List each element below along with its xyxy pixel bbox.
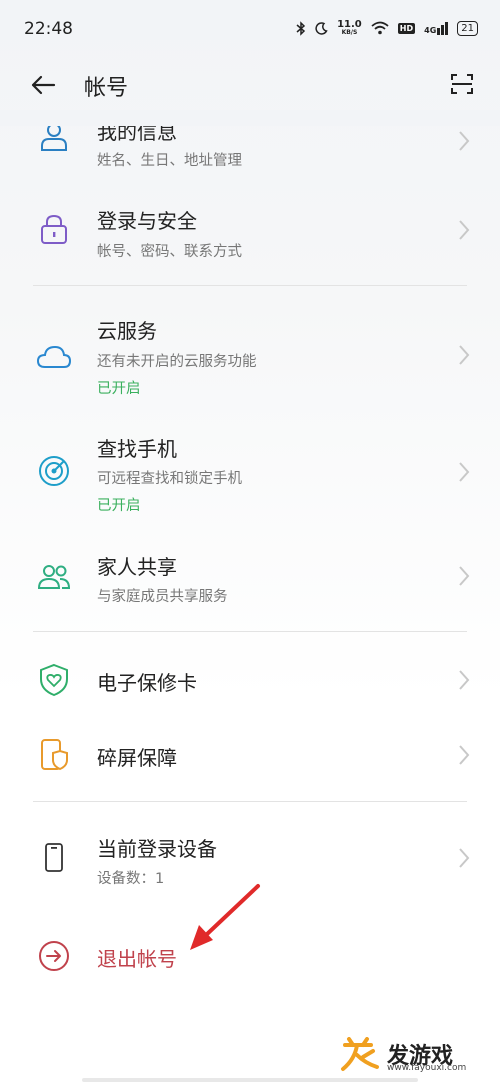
page-title: 帐号: [84, 76, 129, 101]
scroll-mask: [0, 110, 500, 126]
item-title: 当前登录设备: [97, 837, 217, 861]
bluetooth-icon: [296, 20, 306, 36]
item-title: 查找手机: [97, 437, 177, 461]
item-title: 电子保修卡: [97, 671, 197, 695]
chevron-right-icon: [459, 131, 470, 151]
watermark: 发游戏 www.fayouxi.com: [337, 1035, 482, 1075]
target-icon: [39, 456, 69, 486]
chevron-right-icon: [459, 220, 470, 240]
cloud-icon: [36, 345, 72, 368]
phone-icon: [45, 843, 63, 872]
status-bar: 22:48 11.0 KB/S HD 4G 21: [0, 0, 500, 60]
status-enabled: 已开启: [97, 498, 141, 514]
network-type: 4G: [424, 25, 437, 35]
item-subtitle: 帐号、密码、联系方式: [97, 244, 242, 260]
family-icon: [37, 565, 71, 589]
item-title: 碎屏保障: [97, 746, 177, 770]
net-speed-value: 11.0: [337, 19, 362, 30]
status-time: 22:48: [24, 19, 73, 39]
item-title: 登录与安全: [97, 209, 197, 233]
home-indicator: [82, 1078, 418, 1082]
item-subtitle: 姓名、生日、地址管理: [97, 153, 242, 169]
shield-heart-icon: [40, 663, 68, 697]
divider: [33, 631, 467, 632]
signal-icon: 4G: [424, 21, 449, 35]
menu-item-find-phone[interactable]: 查找手机 可远程查找和锁定手机 已开启: [0, 422, 500, 522]
item-title: 家人共享: [97, 555, 177, 579]
menu-item-warranty-card[interactable]: 电子保修卡: [0, 650, 500, 710]
status-icons: 11.0 KB/S HD 4G 21: [296, 20, 478, 36]
chevron-right-icon: [459, 745, 470, 765]
battery-icon: 21: [457, 20, 478, 36]
divider: [33, 285, 467, 286]
item-subtitle: 设备数：1: [97, 871, 165, 887]
logout-label: 退出帐号: [97, 947, 177, 971]
logout-icon: [39, 941, 69, 971]
item-subtitle: 与家庭成员共享服务: [97, 589, 228, 605]
back-arrow-icon[interactable]: [28, 70, 58, 100]
phone-protect-icon: [41, 739, 68, 771]
logout-button[interactable]: 退出帐号: [0, 925, 500, 985]
menu-item-screen-protection[interactable]: 碎屏保障: [0, 725, 500, 785]
item-subtitle: 还有未开启的云服务功能: [97, 354, 257, 370]
chevron-right-icon: [459, 345, 470, 365]
hd-badge: HD: [397, 22, 416, 34]
item-subtitle: 可远程查找和锁定手机: [97, 471, 242, 487]
menu-item-family-sharing[interactable]: 家人共享 与家庭成员共享服务: [0, 540, 500, 615]
chevron-right-icon: [459, 566, 470, 586]
status-enabled: 已开启: [97, 381, 141, 397]
net-speed: 11.0 KB/S: [337, 19, 362, 37]
lock-icon: [41, 214, 67, 244]
chevron-right-icon: [459, 848, 470, 868]
net-speed-unit: KB/S: [341, 29, 358, 36]
menu-item-login-security[interactable]: 登录与安全 帐号、密码、联系方式: [0, 195, 500, 270]
menu-item-cloud-service[interactable]: 云服务 还有未开启的云服务功能 已开启: [0, 305, 500, 405]
watermark-logo-icon: [341, 1037, 379, 1071]
scan-icon[interactable]: [450, 72, 474, 96]
watermark-url: www.fayouxi.com: [387, 1063, 467, 1073]
chevron-right-icon: [459, 462, 470, 482]
moon-icon: [315, 21, 328, 35]
wifi-icon: [371, 21, 389, 35]
divider: [33, 801, 467, 802]
top-app-bar: 帐号: [0, 60, 500, 110]
menu-item-logged-in-devices[interactable]: 当前登录设备 设备数：1: [0, 822, 500, 897]
chevron-right-icon: [459, 670, 470, 690]
item-title: 云服务: [97, 319, 157, 343]
